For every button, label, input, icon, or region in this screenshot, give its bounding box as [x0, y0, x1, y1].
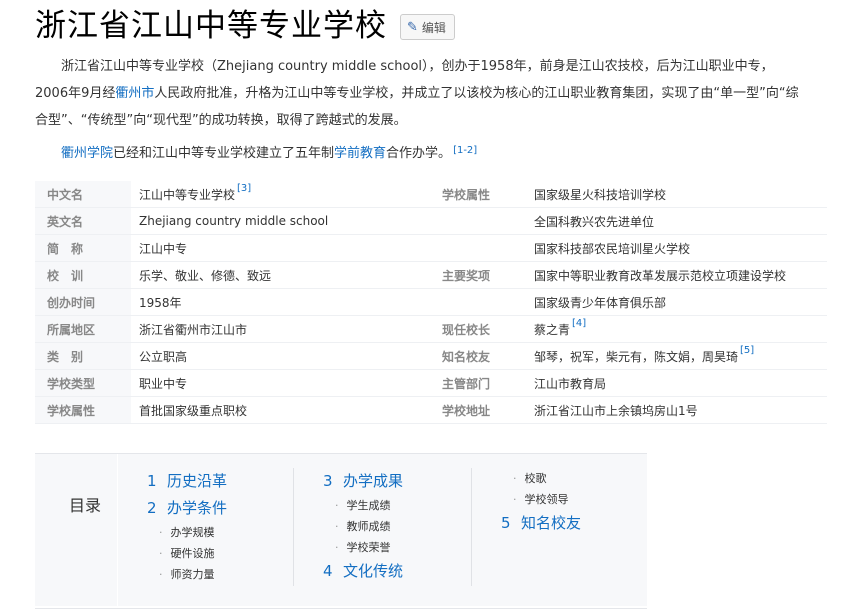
- toc-subitem[interactable]: · 校歌: [501, 468, 581, 489]
- info-value: 江山中专: [139, 241, 188, 256]
- info-label: 主管部门: [442, 376, 491, 391]
- info-label: 学校地址: [442, 403, 491, 418]
- link-quzhou-city[interactable]: 衢州市: [115, 86, 154, 101]
- info-value: Zhejiang country middle school: [139, 214, 329, 228]
- edit-label: 编辑: [421, 20, 446, 35]
- info-value: 国家级青少年体育俱乐部: [534, 295, 667, 310]
- reference-link[interactable]: [5]: [740, 345, 754, 356]
- toc-item-alumni[interactable]: 5 知名校友: [501, 510, 581, 537]
- info-value: 国家中等职业教育改革发展示范校立项建设学校: [534, 268, 787, 283]
- toc-subitem[interactable]: · 学生成绩: [323, 495, 403, 516]
- info-label: 类 别: [35, 343, 131, 369]
- info-row: 中文名 江山中等专业学校 [3] 学校属性 国家级星火科技培训学校: [35, 181, 827, 208]
- reference-link[interactable]: [3]: [237, 183, 251, 194]
- info-value: 浙江省衢州市江山市: [139, 322, 248, 337]
- info-label: 学校属性: [442, 187, 491, 202]
- info-value: 江山市教育局: [534, 376, 607, 391]
- info-label: 知名校友: [442, 349, 491, 364]
- toc-subitem[interactable]: · 教师成绩: [323, 516, 403, 537]
- reference-link[interactable]: [1-2]: [453, 145, 477, 156]
- toc-subitem[interactable]: · 学校荣誉: [323, 537, 403, 558]
- info-value: 职业中专: [139, 376, 188, 391]
- info-label: 创办时间: [35, 289, 131, 315]
- info-value: 邹琴，祝军，柴元有，陈文娟，周昊琦 [5]: [534, 344, 755, 364]
- title-row: 浙江省江山中等专业学校 ✎ 编辑: [35, 6, 455, 46]
- toc-divider: [117, 454, 118, 606]
- toc-item-achievements[interactable]: 3 办学成果: [323, 468, 403, 495]
- info-label: [430, 208, 526, 234]
- pencil-icon: ✎: [407, 19, 418, 35]
- toc-item-culture[interactable]: 4 文化传统: [323, 558, 403, 585]
- info-row: 简 称 江山中专 国家科技部农民培训星火学校: [35, 235, 827, 262]
- table-of-contents: 目录 1 历史沿革 2 办学条件 · 办学规模 · 硬件设施 · 师资力量 3 办学成果 ·…: [35, 453, 647, 606]
- info-value: 蔡之青 [4]: [534, 317, 587, 337]
- info-value: 乐学、敬业、修德、致远: [139, 268, 272, 283]
- info-row: 创办时间 1958年 国家级青少年体育俱乐部: [35, 289, 827, 316]
- link-preschool-education[interactable]: 学前教育: [334, 146, 386, 161]
- cooperation-paragraph: 衢州学院已经和江山中等专业学校建立了五年制学前教育合作办学。 [1-2]: [35, 140, 805, 167]
- info-value: 国家级星火科技培训学校: [534, 187, 667, 202]
- info-row: 学校属性 首批国家级重点职校 学校地址 浙江省江山市上余镇坞房山1号: [35, 397, 827, 424]
- link-quzhou-university[interactable]: 衢州学院: [61, 146, 113, 161]
- toc-item-history[interactable]: 1 历史沿革: [147, 468, 227, 495]
- reference-link[interactable]: [4]: [572, 318, 586, 329]
- info-label: 主要奖项: [442, 268, 491, 283]
- toc-separator: [293, 468, 294, 586]
- bottom-divider: [35, 608, 647, 609]
- toc-title: 目录: [69, 496, 102, 515]
- info-value: 首批国家级重点职校: [139, 403, 248, 418]
- toc-subitem[interactable]: · 学校领导: [501, 489, 581, 510]
- info-row: 英文名 Zhejiang country middle school 全国科教兴…: [35, 208, 827, 235]
- toc-subitem[interactable]: · 办学规模: [147, 522, 227, 543]
- info-label: 学校类型: [35, 370, 131, 396]
- info-value: 1958年: [139, 295, 182, 310]
- toc-subitem[interactable]: · 硬件设施: [147, 543, 227, 564]
- info-label: 简 称: [35, 235, 131, 261]
- info-label: 中文名: [35, 181, 131, 207]
- toc-column-3: · 校歌 · 学校领导 5 知名校友: [501, 468, 581, 537]
- info-label: [430, 289, 526, 315]
- info-value: 公立职高: [139, 349, 188, 364]
- info-row: 类 别 公立职高 知名校友 邹琴，祝军，柴元有，陈文娟，周昊琦 [5]: [35, 343, 827, 370]
- intro-paragraph: 浙江省江山中等专业学校（Zhejiang country middle scho…: [35, 53, 805, 134]
- info-label: [430, 235, 526, 261]
- info-row: 校 训 乐学、敬业、修德、致远 主要奖项 国家中等职业教育改革发展示范校立项建设…: [35, 262, 827, 289]
- edit-button[interactable]: ✎ 编辑: [400, 14, 455, 40]
- info-label: 现任校长: [442, 322, 491, 337]
- info-value: 国家科技部农民培训星火学校: [534, 241, 691, 256]
- page-title: 浙江省江山中等专业学校: [35, 8, 387, 44]
- toc-column-1: 1 历史沿革 2 办学条件 · 办学规模 · 硬件设施 · 师资力量: [147, 468, 227, 585]
- coop-text: 已经和江山中等专业学校建立了五年制: [113, 146, 335, 161]
- info-value: 江山中等专业学校 [3]: [139, 182, 252, 202]
- info-label: 学校属性: [35, 397, 131, 423]
- toc-separator: [471, 468, 472, 586]
- info-label: 英文名: [35, 208, 131, 234]
- info-row: 学校类型 职业中专 主管部门 江山市教育局: [35, 370, 827, 397]
- info-label: 所属地区: [35, 316, 131, 342]
- info-value: 全国科教兴农先进单位: [534, 214, 655, 229]
- toc-subitem[interactable]: · 师资力量: [147, 564, 227, 585]
- coop-text: 合作办学。: [386, 146, 452, 161]
- info-value: 浙江省江山市上余镇坞房山1号: [534, 403, 698, 418]
- info-label: 校 训: [35, 262, 131, 288]
- info-row: 所属地区 浙江省衢州市江山市 现任校长 蔡之青 [4]: [35, 316, 827, 343]
- toc-column-2: 3 办学成果 · 学生成绩 · 教师成绩 · 学校荣誉 4 文化传统: [323, 468, 403, 585]
- toc-item-conditions[interactable]: 2 办学条件: [147, 495, 227, 522]
- basic-info-table: 中文名 江山中等专业学校 [3] 学校属性 国家级星火科技培训学校 英文名 Zhe…: [35, 181, 827, 424]
